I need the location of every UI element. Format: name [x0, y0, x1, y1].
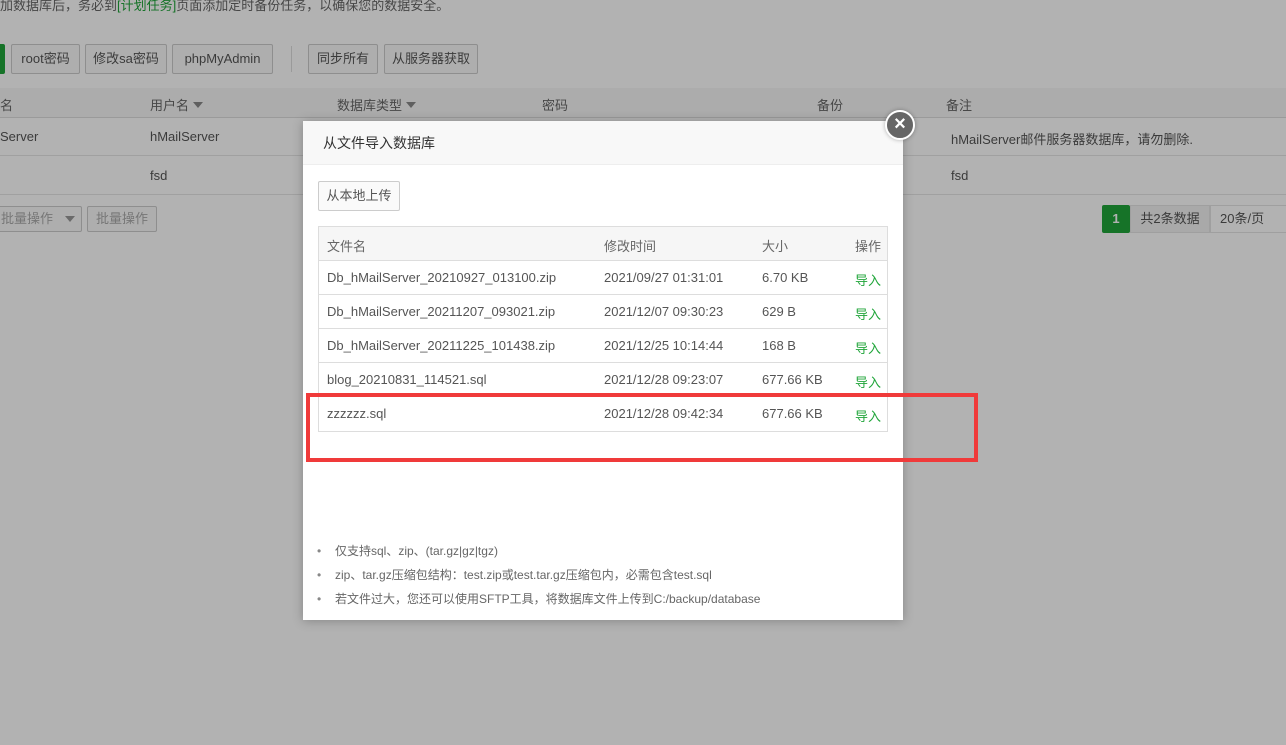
file-time: 2021/12/25 10:14:44 [604, 338, 724, 353]
file-name: Db_hMailServer_20211207_093021.zip [327, 304, 556, 319]
file-row: blog_20210831_114521.sql 2021/12/28 09:2… [319, 363, 887, 397]
import-database-modal: 从文件导入数据库 从本地上传 文件名 修改时间 大小 操作 Db_hMailSe… [303, 121, 903, 620]
close-icon[interactable]: × [885, 110, 915, 140]
file-row: Db_hMailServer_20211225_101438.zip 2021/… [319, 329, 887, 363]
file-time: 2021/09/27 01:31:01 [604, 270, 724, 285]
tip-item: 若文件过大，您还可以使用SFTP工具，将数据库文件上传到C:/backup/da… [317, 590, 760, 614]
import-link[interactable]: 导入 [855, 338, 881, 357]
file-size: 629 B [762, 304, 796, 319]
import-link[interactable]: 导入 [855, 372, 881, 391]
file-size: 6.70 KB [762, 270, 809, 285]
col-filename: 文件名 [327, 239, 367, 254]
import-link[interactable]: 导入 [855, 304, 881, 323]
file-name: Db_hMailServer_20211225_101438.zip [327, 338, 556, 353]
upload-local-button[interactable]: 从本地上传 [318, 181, 400, 211]
modal-title: 从文件导入数据库 [303, 121, 903, 165]
tip-item: zip、tar.gz压缩包结构：test.zip或test.tar.gz压缩包内… [317, 566, 760, 590]
file-size: 677.66 KB [762, 372, 823, 387]
import-link[interactable]: 导入 [855, 270, 881, 289]
col-size: 大小 [762, 239, 789, 254]
file-name: blog_20210831_114521.sql [327, 372, 487, 387]
tip-item: 仅支持sql、zip、(tar.gz|gz|tgz) [317, 542, 760, 566]
highlight-annotation [306, 393, 978, 462]
file-row: Db_hMailServer_20211207_093021.zip 2021/… [319, 295, 887, 329]
file-time: 2021/12/28 09:23:07 [604, 372, 724, 387]
file-row: Db_hMailServer_20210927_013100.zip 2021/… [319, 261, 887, 295]
col-operation: 操作 [855, 239, 882, 254]
col-modified-time: 修改时间 [604, 239, 657, 254]
file-time: 2021/12/07 09:30:23 [604, 304, 724, 319]
file-size: 168 B [762, 338, 796, 353]
import-tips: 仅支持sql、zip、(tar.gz|gz|tgz) zip、tar.gz压缩包… [317, 542, 760, 614]
file-table-header: 文件名 修改时间 大小 操作 [319, 227, 887, 261]
file-name: Db_hMailServer_20210927_013100.zip [327, 270, 557, 285]
